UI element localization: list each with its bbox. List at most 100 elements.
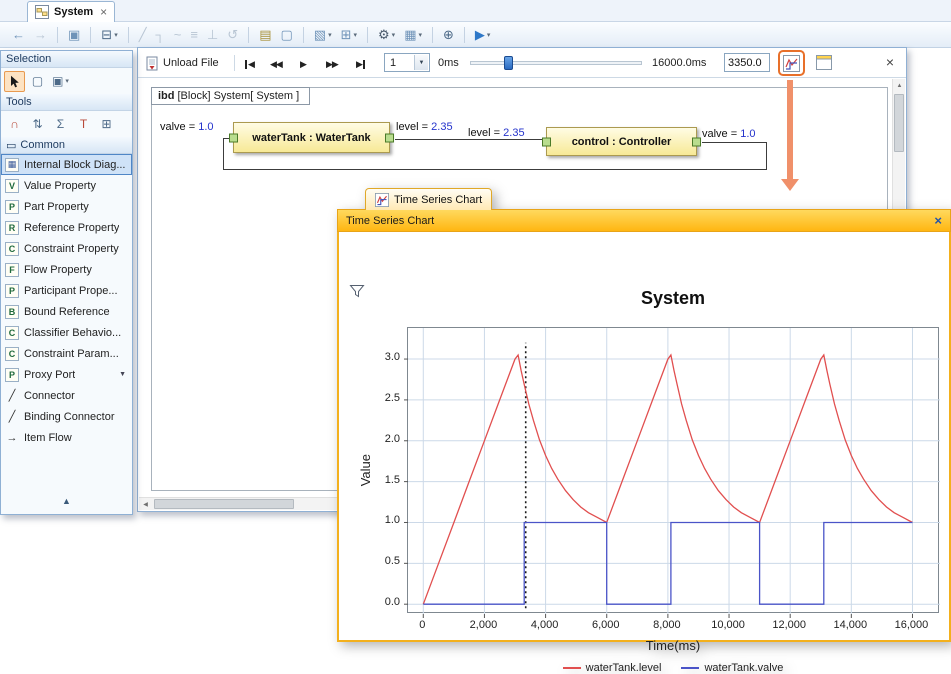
connector-label-valve-right[interactable]: valve = 1.0 [702, 128, 756, 140]
filter-icon[interactable] [349, 284, 365, 301]
forward-icon[interactable]: → [30, 25, 51, 45]
sidebar-item-connector[interactable]: ╱Connector [1, 385, 132, 406]
sidebar-item-proxy-port[interactable]: PProxy Port▼ [1, 364, 132, 385]
block-control[interactable]: control : Controller [546, 127, 697, 156]
tab-close-icon[interactable]: × [100, 6, 107, 18]
callout-arrow [787, 80, 793, 181]
dropdown-arrow-icon[interactable]: ▾ [392, 31, 396, 39]
chart-title: System [407, 288, 939, 309]
collapse-button[interactable]: ▲ [1, 496, 132, 506]
scroll-left-icon[interactable]: ◀ [139, 498, 152, 511]
dropdown-arrow-icon[interactable]: ▾ [65, 77, 69, 85]
note-icon[interactable]: ▢ [276, 25, 296, 45]
tab-time-series-chart[interactable]: Time Series Chart [365, 188, 492, 210]
align-elements-icon[interactable]: ≡ [186, 25, 202, 45]
unload-file-icon [146, 56, 158, 71]
sidebar-item-bound-reference[interactable]: BBound Reference [1, 301, 132, 322]
related-elements-icon[interactable]: ▣ [64, 25, 84, 45]
dropdown-arrow-icon[interactable]: ▾ [354, 31, 358, 39]
sidebar-item-participant-prope[interactable]: PParticipant Prope... [1, 280, 132, 301]
perpendicular-icon[interactable]: ⊥ [203, 25, 222, 45]
item-icon: ▦ [5, 158, 19, 172]
sidebar-item-internal-block-diag[interactable]: ▦Internal Block Diag... [1, 154, 132, 175]
rectilinear-path-icon[interactable]: ┐ [152, 25, 169, 45]
zoom-icon[interactable]: ⊕ [439, 25, 458, 45]
connector-label-level-right[interactable]: level = 2.35 [468, 127, 525, 139]
sidebar-item-binding-connector[interactable]: ╱Binding Connector [1, 406, 132, 427]
shapes-icon[interactable]: ▧▾ [310, 25, 336, 45]
chart-window-body: System 02,0004,0006,0008,00010,00012,000… [337, 232, 951, 642]
select-cursor-button[interactable] [4, 71, 25, 92]
scrollbar-thumb[interactable] [894, 94, 904, 152]
back-icon[interactable]: ← [8, 25, 29, 45]
port-icon [692, 137, 701, 146]
selection-filter-button[interactable]: ▣▾ [50, 71, 71, 92]
sum-button[interactable]: Σ [50, 114, 71, 135]
run-simulation-icon[interactable]: ▶▾ [471, 25, 495, 45]
slider-handle[interactable] [504, 56, 513, 70]
sidebar-item-part-property[interactable]: PPart Property [1, 196, 132, 217]
chart-window-close-button[interactable]: × [934, 214, 942, 227]
paste-glyph: ▤ [259, 28, 271, 41]
x-tick-label: 8,000 [637, 619, 697, 631]
dropdown-arrow-icon[interactable]: ▾ [328, 31, 332, 39]
scrollbar-thumb[interactable] [154, 499, 294, 509]
sidebar-item-value-property[interactable]: VValue Property [1, 175, 132, 196]
rewind-button[interactable]: ◀◀ [270, 57, 282, 71]
skip-back-icon: ◀ [248, 59, 254, 70]
sim-toolbar-close-button[interactable]: × [886, 55, 894, 69]
toolbar-separator [464, 27, 465, 43]
dropdown-arrow-icon[interactable]: ▾ [418, 31, 422, 39]
diagram-frame-label: ibd [Block] System[ System ] [151, 87, 310, 105]
open-time-series-chart-button[interactable] [778, 50, 805, 76]
layout-grid-button[interactable]: ⊞ [96, 114, 117, 135]
fast-forward-button[interactable]: ▶▶ [326, 57, 338, 71]
unload-file-button[interactable]: Unload File [146, 53, 219, 73]
diagram-layout-icon[interactable]: ▦▾ [400, 25, 426, 45]
item-label: Constraint Property [24, 243, 119, 255]
dropdown-arrow-icon[interactable]: ▾ [487, 31, 491, 39]
text-button[interactable]: T [73, 114, 94, 135]
marquee-select-button[interactable]: ▢ [27, 71, 48, 92]
sidebar-item-constraint-property[interactable]: CConstraint Property [1, 238, 132, 259]
oblique-path-icon[interactable]: ~ [170, 25, 186, 45]
dropdown-arrow-icon[interactable]: ▼ [119, 371, 128, 378]
time-slider[interactable] [470, 54, 642, 72]
combo-arrow-icon[interactable]: ▼ [414, 55, 428, 70]
dropdown-arrow-icon[interactable]: ▾ [114, 31, 118, 39]
item-label: Value Property [24, 180, 96, 192]
play-button[interactable]: ▶ [300, 57, 306, 71]
magnet-button[interactable]: ∩ [4, 114, 25, 135]
reset-layout-icon[interactable]: ↺ [223, 25, 242, 45]
sidebar-item-constraint-param[interactable]: CConstraint Param... [1, 343, 132, 364]
sidebar-item-classifier-behavio[interactable]: CClassifier Behavio... [1, 322, 132, 343]
unload-file-label: Unload File [163, 57, 219, 69]
structure-tree-icon[interactable]: ⊟▾ [97, 25, 121, 45]
paste-icon[interactable]: ▤ [255, 25, 275, 45]
tab-system[interactable]: System × [27, 1, 115, 22]
settings-gear-icon[interactable]: ⚙▾ [374, 25, 399, 45]
sticky-mode-icon[interactable]: ╱ [135, 25, 151, 45]
sidebar-item-flow-property[interactable]: FFlow Property [1, 259, 132, 280]
sidebar-item-reference-property[interactable]: RReference Property [1, 217, 132, 238]
sidebar-item-item-flow[interactable]: →Item Flow [1, 427, 132, 448]
item-icon: ╱ [5, 389, 19, 403]
chart-window-titlebar[interactable]: Time Series Chart × [337, 209, 951, 232]
connector-label-valve-left[interactable]: valve = 1.0 [160, 121, 214, 133]
trigger-select[interactable]: 1 ▼ [384, 53, 430, 72]
x-tick-label: 0 [392, 619, 452, 631]
simulation-toolbar: Unload File ◀ ◀◀ ▶ ▶▶ ▶ 1 ▼ 0ms 16000.0m… [138, 48, 906, 78]
tables-icon[interactable]: ⊞▾ [337, 25, 361, 45]
step-to-start-button[interactable]: ◀ [244, 57, 254, 71]
block-watertank[interactable]: waterTank : WaterTank [233, 122, 390, 153]
rewind-icon: ◀◀ [270, 59, 282, 70]
simulation-options-button[interactable] [816, 55, 832, 73]
swimlane-button[interactable]: ⇅ [27, 114, 48, 135]
play-icon: ▶ [300, 59, 306, 70]
scroll-up-icon[interactable]: ▲ [893, 79, 906, 92]
item-label: Item Flow [24, 432, 72, 444]
step-to-end-button[interactable]: ▶ [356, 57, 366, 71]
toolbar-separator [432, 27, 433, 43]
time-input[interactable] [724, 53, 770, 72]
connector-label-level-left[interactable]: level = 2.35 [396, 121, 453, 133]
